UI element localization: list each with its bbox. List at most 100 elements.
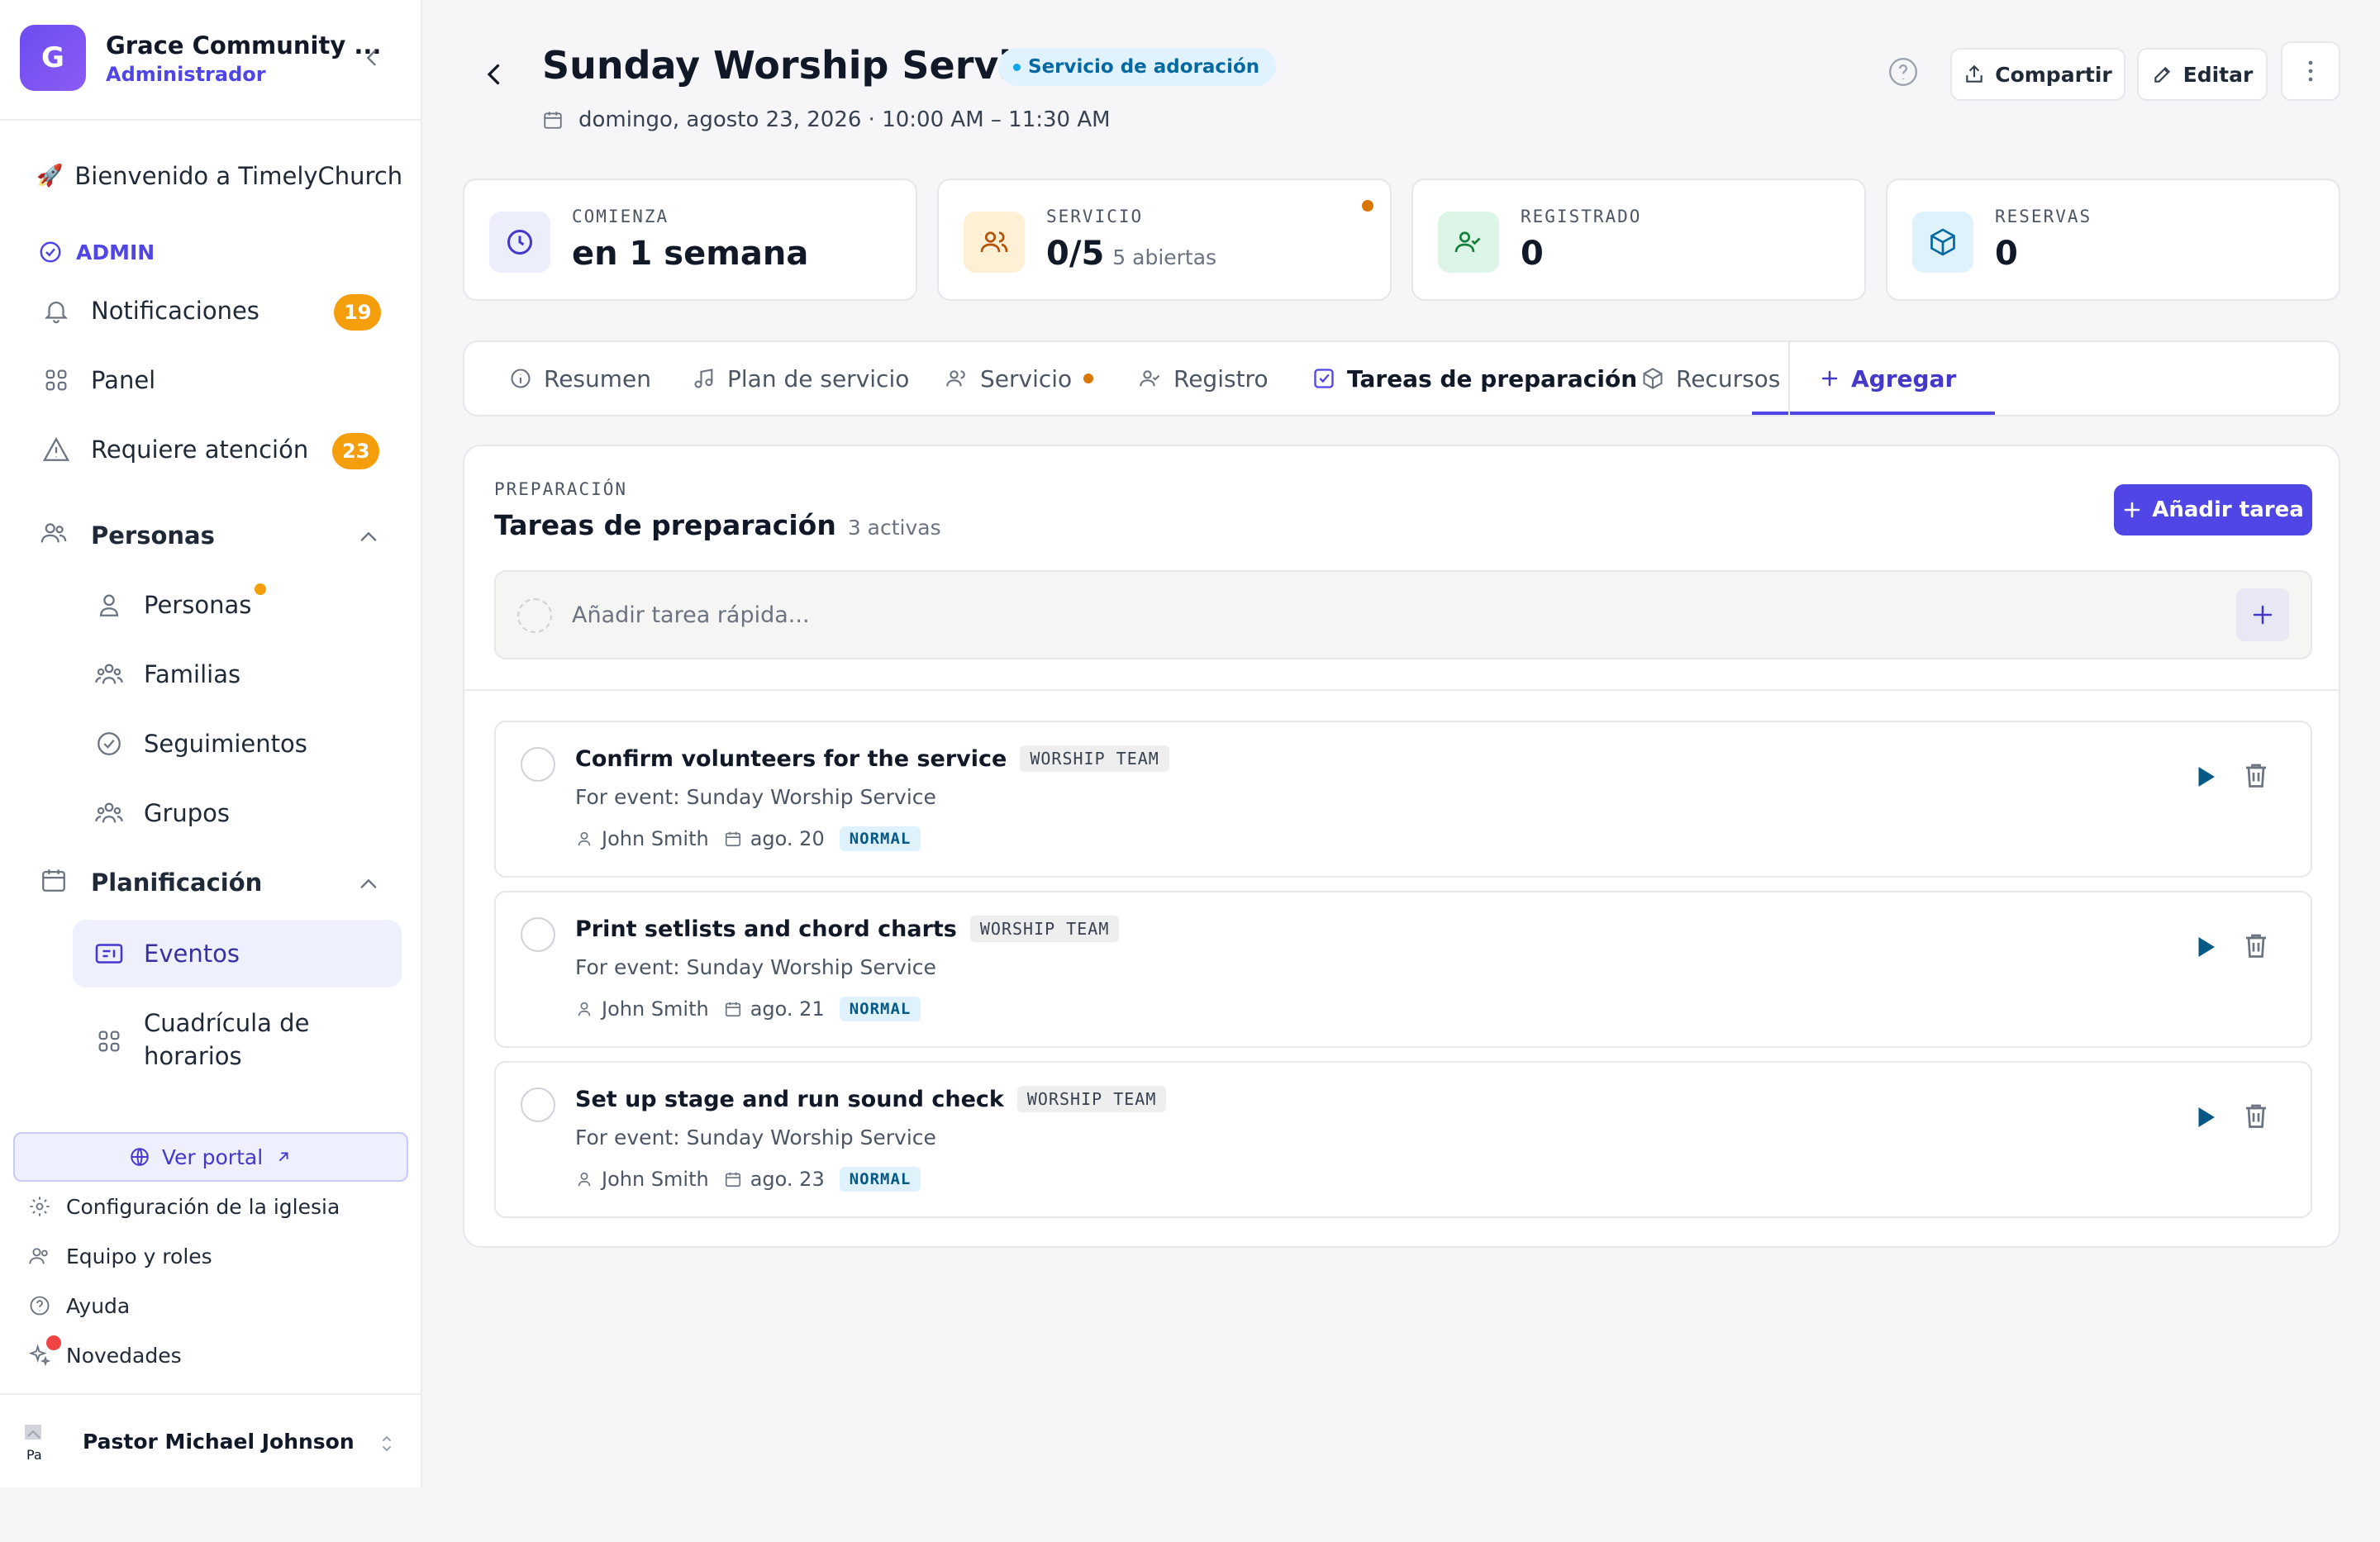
tab-plan-de-servicio[interactable]: Plan de servicio (693, 342, 909, 415)
sidebar-item-notificaciones[interactable]: Notificaciones (40, 294, 259, 327)
start-task-play-icon[interactable] (2190, 762, 2220, 792)
sidebar-item-label: Cuadrícula de horarios (144, 1007, 309, 1073)
chevron-up-icon[interactable] (357, 526, 380, 549)
more-options-button[interactable] (2281, 41, 2340, 101)
task-complete-checkbox[interactable] (521, 917, 555, 952)
user-check-icon (1140, 370, 1160, 387)
team-roles-link[interactable]: Equipo y roles (26, 1243, 212, 1269)
footer-label: Novedades (66, 1343, 182, 1368)
grid-icon (40, 364, 73, 397)
attention-count-badge: 23 (332, 433, 380, 469)
footer-label: Configuración de la iglesia (66, 1194, 340, 1219)
add-tab-button[interactable]: Agregar (1820, 342, 1956, 415)
attention-dot (1362, 200, 1373, 212)
task-card[interactable]: Set up stage and run sound check WORSHIP … (494, 1061, 2312, 1218)
footer-label: Ayuda (66, 1293, 131, 1318)
event-date-line: domingo, agosto 23, 2026 · 10:00 AM – 11… (542, 107, 1111, 132)
task-title-row: Print setlists and chord charts WORSHIP T… (575, 916, 1120, 942)
sidebar-item-label: Eventos (144, 940, 240, 968)
tab-bar: Resumen Plan de servicio Servicio Regist… (463, 340, 2340, 416)
panel-kicker: PREPARACIÓN (494, 479, 628, 499)
task-due-date: ago. 20 (750, 827, 825, 850)
delete-trash-icon[interactable] (2241, 930, 2271, 960)
sidebar: G Grace Community ... Administrador 🚀 Bi… (0, 0, 422, 1487)
start-task-play-icon[interactable] (2190, 932, 2220, 962)
sidebar-item-requiere-atencion[interactable]: Requiere atención (40, 433, 308, 466)
sidebar-item-label: Seguimientos (144, 730, 307, 758)
clock-icon (489, 212, 550, 273)
quick-add-bar (494, 570, 2312, 659)
collapse-sidebar-icon[interactable] (360, 46, 383, 69)
org-switcher[interactable]: G Grace Community ... Administrador (0, 0, 421, 121)
tab-resumen[interactable]: Resumen (509, 342, 651, 415)
quick-task-input[interactable] (572, 572, 2142, 658)
sidebar-item-personas[interactable]: Personas (93, 588, 251, 621)
delete-trash-icon[interactable] (2241, 760, 2271, 790)
box-icon (1912, 212, 1973, 273)
task-card[interactable]: Print setlists and chord charts WORSHIP T… (494, 891, 2312, 1048)
org-role: Administrador (106, 63, 266, 86)
help-link[interactable]: Ayuda (26, 1292, 130, 1319)
tab-tareas-de-preparacion[interactable]: Tareas de preparación (1312, 342, 1637, 415)
quick-add-button[interactable] (2236, 588, 2289, 641)
task-complete-checkbox[interactable] (521, 747, 555, 782)
user-menu[interactable]: Pa Pastor Michael Johnson (0, 1393, 421, 1487)
sidebar-item-label: Requiere atención (91, 435, 309, 464)
task-complete-checkbox[interactable] (521, 1087, 555, 1122)
stat-value-row: 0/5 5 abiertas (1046, 235, 1216, 273)
tab-recursos[interactable]: Recursos (1641, 342, 1780, 415)
edit-button[interactable]: Editar (2137, 48, 2268, 101)
sidebar-item-panel[interactable]: Panel (40, 364, 155, 397)
calendar-icon (544, 112, 562, 129)
stat-card-registrado: REGISTRADO 0 (1411, 178, 1866, 301)
tab-servicio[interactable]: Servicio (945, 342, 1094, 415)
external-link-icon (278, 1152, 288, 1162)
edit-label: Editar (2182, 62, 2254, 87)
servicio-attention-dot (1083, 374, 1094, 383)
sidebar-item-cuadricula-horarios[interactable]: Cuadrícula de horarios (93, 1007, 309, 1073)
stat-value: 0 (1995, 235, 2018, 273)
chevron-up-icon[interactable] (357, 873, 380, 896)
badge-check-icon (93, 727, 126, 760)
ticket-icon (93, 937, 126, 970)
delete-trash-icon[interactable] (2241, 1101, 2271, 1130)
chevron-up-down-icon[interactable] (377, 1431, 397, 1456)
user-check-icon (1438, 212, 1499, 273)
panel-title-row: Tareas de preparación 3 activas (494, 509, 941, 541)
quick-add-circle (517, 598, 552, 633)
calendar-icon (725, 1172, 740, 1187)
add-task-button[interactable]: Añadir tarea (2114, 484, 2312, 535)
tab-registro[interactable]: Registro (1139, 342, 1269, 415)
calendar-icon (725, 1002, 740, 1017)
add-label: Agregar (1851, 364, 1957, 393)
view-portal-button[interactable]: Ver portal (13, 1132, 408, 1182)
sidebar-item-familias[interactable]: Familias (93, 658, 240, 691)
sidebar-item-seguimientos[interactable]: Seguimientos (93, 727, 307, 760)
task-title-row: Confirm volunteers for the service WORSHI… (575, 745, 1169, 772)
edit-icon (2154, 66, 2170, 83)
help-circle-icon[interactable] (1887, 56, 1919, 88)
sidebar-item-label: Familias (144, 660, 241, 688)
section-personas[interactable]: Personas (40, 519, 215, 552)
start-task-play-icon[interactable] (2190, 1102, 2220, 1132)
back-arrow-icon[interactable] (479, 59, 509, 89)
portal-label: Ver portal (161, 1145, 264, 1169)
task-card[interactable]: Confirm volunteers for the service WORSHI… (494, 721, 2312, 878)
user-icon (578, 1002, 591, 1016)
settings-link[interactable]: Configuración de la iglesia (26, 1193, 340, 1220)
share-button[interactable]: Compartir (1950, 48, 2125, 101)
calendar-icon (40, 866, 73, 899)
event-date: domingo, agosto 23, 2026 · 10:00 AM – 11… (578, 107, 1111, 132)
task-meta: John Smith ago. 23 NORMAL (575, 1167, 921, 1192)
section-planificacion[interactable]: Planificación (40, 866, 262, 899)
sidebar-item-eventos[interactable]: Eventos (93, 937, 240, 970)
priority-badge: NORMAL (839, 997, 921, 1021)
sidebar-item-grupos[interactable]: Grupos (93, 797, 230, 830)
task-due-date: ago. 23 (750, 1168, 825, 1191)
tab-label: Recursos (1676, 364, 1781, 393)
users-icon (964, 212, 1025, 273)
task-assignee: John Smith (602, 827, 709, 850)
team-tag: WORSHIP TEAM (969, 916, 1120, 942)
welcome-item[interactable]: 🚀 Bienvenido a TimelyChurch (36, 162, 402, 190)
stat-value: 0 (1521, 235, 1544, 273)
